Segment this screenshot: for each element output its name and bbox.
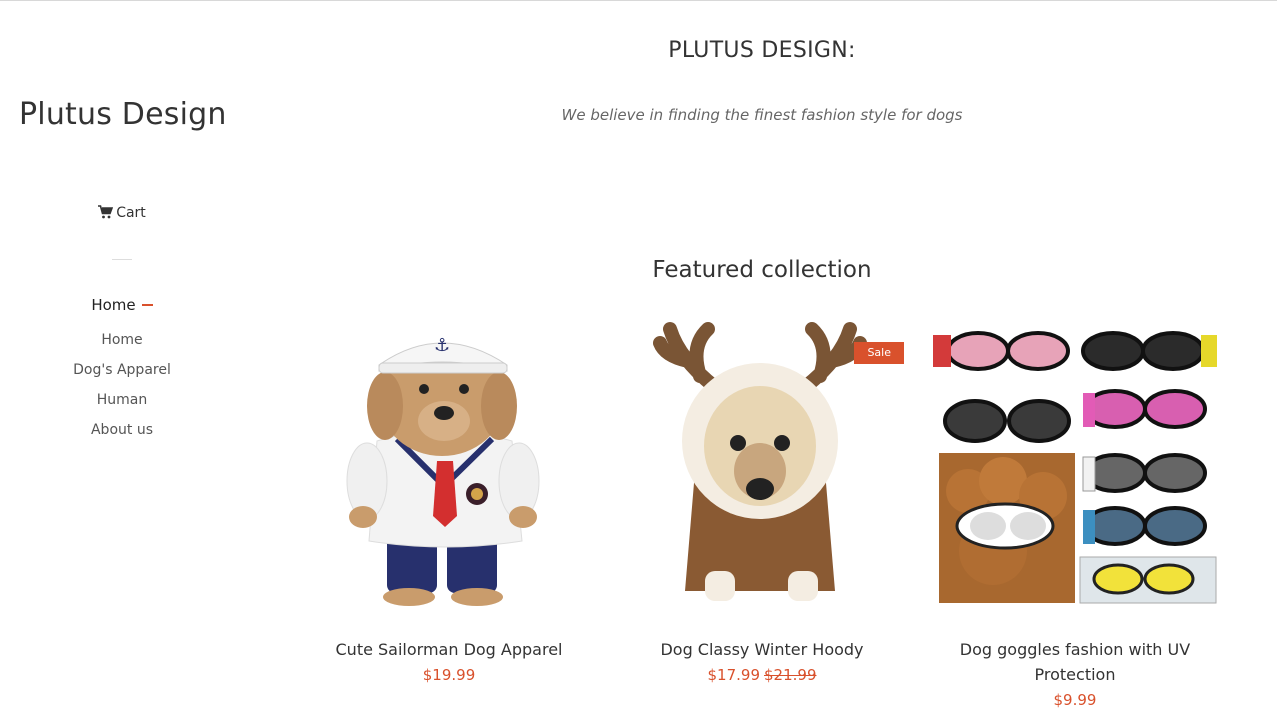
product-current-price: $17.99	[707, 666, 761, 684]
minus-icon[interactable]	[141, 304, 153, 306]
product-price: $9.99	[933, 691, 1217, 709]
hero-title: PLUTUS DESIGN:	[668, 38, 856, 63]
product-price: $17.99 $21.99	[620, 666, 904, 684]
product-image-sailor-dog[interactable]: ⚓	[307, 321, 591, 607]
svg-text:⚓: ⚓	[434, 335, 450, 356]
sale-badge: Sale	[854, 342, 904, 364]
cart-icon	[98, 205, 114, 219]
product-card[interactable]: ⚓ Cute Sailorman Dog Apparel $19.99	[307, 321, 591, 684]
product-name[interactable]: Cute Sailorman Dog Apparel	[307, 637, 591, 662]
site-logo[interactable]: Plutus Design	[19, 97, 227, 132]
nav-parent-label: Home	[91, 296, 136, 314]
product-card[interactable]: Dog goggles fashion with UV Protection $…	[933, 321, 1217, 709]
sub-navigation: Home Dog's Apparel Human About us	[0, 331, 244, 451]
product-name[interactable]: Dog Classy Winter Hoody	[620, 637, 904, 662]
main-content: PLUTUS DESIGN: We believe in finding the…	[244, 1, 1277, 712]
product-compare-price: $21.99	[764, 666, 817, 684]
sidebar-divider	[112, 259, 132, 260]
sidebar: Plutus Design Cart Home Home Dog's Appar…	[0, 1, 244, 712]
product-price: $19.99	[307, 666, 591, 684]
nav-home-toggle[interactable]: Home	[0, 296, 244, 314]
nav-item-dogs-apparel[interactable]: Dog's Apparel	[0, 361, 244, 391]
cart-link[interactable]: Cart	[0, 205, 244, 221]
nav-item-human[interactable]: Human	[0, 391, 244, 421]
hero-subtitle: We believe in finding the finest fashion…	[561, 106, 963, 124]
product-image-dog-goggles[interactable]	[933, 321, 1217, 607]
product-name[interactable]: Dog goggles fashion with UV Protection	[933, 637, 1217, 687]
product-card[interactable]: Sale Dog Classy Winter Hoody $17.99 $21.9…	[620, 321, 904, 684]
featured-collection-title: Featured collection	[652, 257, 872, 283]
nav-item-home[interactable]: Home	[0, 331, 244, 361]
product-current-price: $19.99	[422, 666, 476, 684]
nav-item-about-us[interactable]: About us	[0, 421, 244, 451]
product-current-price: $9.99	[1053, 691, 1097, 709]
product-image-winter-hoody[interactable]: Sale	[620, 321, 904, 607]
cart-label: Cart	[116, 205, 146, 221]
